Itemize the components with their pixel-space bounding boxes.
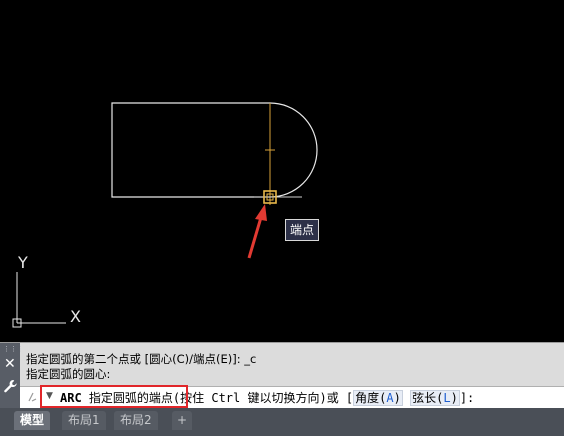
tab-layout1[interactable]: 布局1 [62,411,106,430]
command-panel-grip[interactable]: ⋮⋮⋮ ✕ [0,343,24,409]
option-angle[interactable]: 角度(A) [353,390,403,406]
command-prompt-icon [28,392,37,402]
prompt-instruction: 指定圆弧的端点(按住 Ctrl 键以切换方向)或 [ [81,391,354,405]
command-prompt-text: ARC 指定圆弧的端点(按住 Ctrl 键以切换方向)或 [角度(A) 弦长(L… [60,390,474,406]
ucs-x-label: X [70,307,81,326]
command-input-line[interactable]: ▼ ARC 指定圆弧的端点(按住 Ctrl 键以切换方向)或 [角度(A) 弦长… [20,386,564,409]
ucs-y-label: Y [17,253,28,272]
drawing-canvas[interactable]: Y X 端点 [0,0,564,342]
rectangle-outline [111,102,270,198]
command-history-line: 指定圆弧的第二个点或 [圆心(C)/端点(E)]: _c [26,352,257,366]
layout-tab-bar: 模型 布局1 布局2 + [0,408,564,436]
annotation-arrow-shaft [247,213,264,259]
grip-dots-icon: ⋮⋮⋮ [3,345,24,353]
annotation-arrow-head [255,204,267,221]
tab-layout2[interactable]: 布局2 [114,411,158,430]
snap-tooltip: 端点 [285,219,320,241]
close-icon[interactable]: ✕ [4,357,16,371]
recent-commands-dropdown-icon[interactable]: ▼ [46,391,53,401]
command-history-line: 指定圆弧的圆心: [26,367,111,381]
tab-model[interactable]: 模型 [14,411,51,430]
drawing-svg: Y X [12,102,318,328]
option-chord-length[interactable]: 弦长(L) [410,390,460,406]
command-line-panel: ⋮⋮⋮ ✕ 指定圆弧的第二个点或 [圆心(C)/端点(E)]: _c 指定圆弧的… [0,342,564,409]
prompt-command-name: ARC [60,391,82,405]
wrench-icon[interactable] [3,379,18,394]
add-layout-tab-button[interactable]: + [172,411,193,430]
prompt-end: ]: [459,391,475,405]
arc-segment [269,102,318,198]
